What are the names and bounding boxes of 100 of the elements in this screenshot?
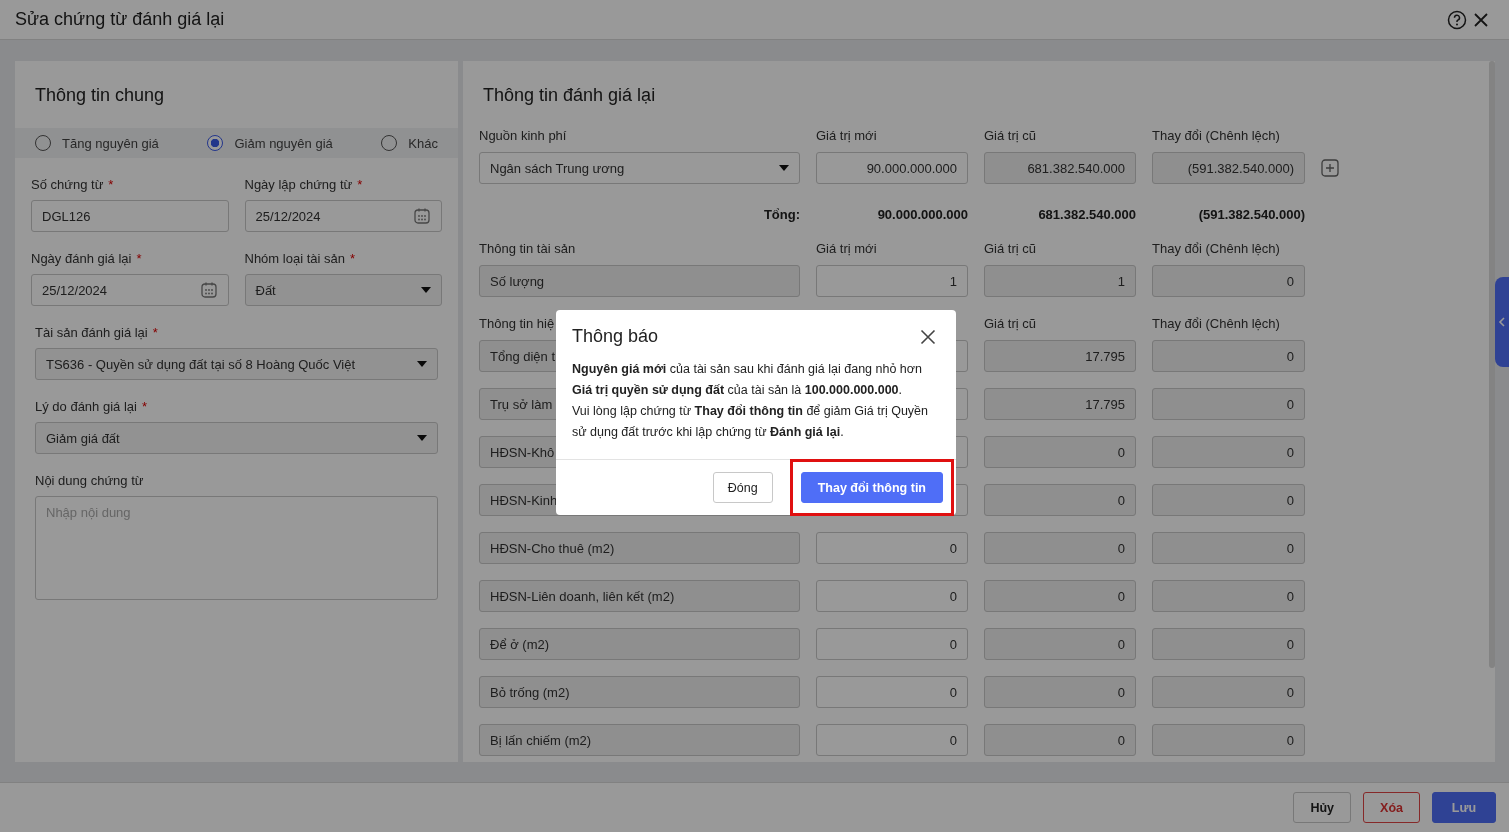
select-field[interactable]: Đất [244, 274, 442, 306]
old-value-field: 0 [984, 580, 1136, 612]
column-header: Thay đổi (Chênh lệch) [1152, 128, 1281, 143]
column-header: Thông tin tài sản [479, 241, 577, 256]
difference-field: 0 [1152, 532, 1305, 564]
column-header: Giá trị mới [816, 241, 877, 256]
date-field[interactable]: 25/12/2024 [31, 274, 229, 306]
difference-field: 0 [1152, 436, 1305, 468]
difference-field: 0 [1152, 340, 1305, 372]
difference-field: 0 [1152, 628, 1305, 660]
column-header: Giá trị mới [816, 128, 877, 143]
calendar-icon[interactable] [413, 207, 431, 225]
add-icon[interactable] [1321, 159, 1339, 177]
column-header: Giá trị cũ [984, 241, 1037, 256]
close-icon[interactable] [920, 328, 936, 345]
column-header: Thay đổi (Chênh lệch) [1152, 241, 1281, 256]
date-value: 25/12/2024 [42, 282, 109, 298]
type-radio[interactable]: Giảm nguyên giá [207, 135, 333, 151]
difference-field: 0 [1152, 265, 1305, 297]
caret-icon [421, 287, 431, 293]
required-mark: * [136, 251, 142, 268]
select-value: TS636 - Quyền sử dụng đất tại số 8 Hoàng Quốc Việt [46, 356, 357, 372]
date-field[interactable]: 25/12/2024 [244, 200, 442, 232]
field-label: Tài sản đánh giá lại [35, 325, 148, 342]
new-value-field[interactable]: 1 [816, 265, 968, 297]
footer-button[interactable]: Lưu [1432, 792, 1496, 823]
field-label: Lý do đánh giá lại [35, 399, 137, 416]
row-label-field: Để ở (m2) [479, 628, 800, 660]
required-mark: * [152, 325, 158, 342]
new-value-field[interactable]: 0 [816, 628, 968, 660]
old-value-field: 17.795 [984, 388, 1136, 420]
row-label-field: Số lượng [479, 265, 800, 297]
old-value-field: 0 [984, 724, 1136, 756]
required-mark: * [349, 251, 355, 268]
difference-field: 0 [1152, 388, 1305, 420]
dialog-title: Thông báo [572, 326, 659, 347]
old-value-field: 0 [984, 436, 1136, 468]
side-tab[interactable] [1495, 277, 1509, 367]
new-value-field[interactable]: 0 [816, 724, 968, 756]
dialog-message: Nguyên giá mới của tài sản sau khi đánh giá lại đang nhỏ hơn Giá trị quyền sử dụng đất của tài sản là 100.000.000.000. [572, 361, 923, 399]
window-title: Sửa chứng từ đánh giá lại [15, 9, 225, 30]
difference-field: 0 [1152, 580, 1305, 612]
required-mark: * [357, 177, 363, 194]
caret-icon [417, 361, 427, 367]
row-label-field: HĐSN-Liên doanh, liên kết (m2) [479, 580, 800, 612]
column-header: Giá trị cũ [984, 316, 1037, 331]
row-label-field: Bỏ trống (m2) [479, 676, 800, 708]
help-icon[interactable] [1447, 9, 1467, 30]
total-label: Tổng: [762, 207, 800, 222]
new-value-field[interactable]: 0 [816, 532, 968, 564]
select-field[interactable]: TS636 - Quyền sử dụng đất tại số 8 Hoàng Quốc Việt [35, 348, 438, 380]
select-value: Giảm giá đất [46, 430, 121, 446]
field-label: Nội dung chứng từ [35, 473, 144, 490]
row-label-field: HĐSN-Cho thuê (m2) [479, 532, 800, 564]
old-value-field: 0 [984, 484, 1136, 516]
total-value: 90.000.000.000 [876, 207, 968, 222]
funding-select[interactable]: Ngân sách Trung ương [479, 152, 800, 184]
footer-button[interactable]: Hủy [1293, 792, 1352, 823]
old-value-field: 0 [984, 532, 1136, 564]
dialog-button[interactable]: Đóng [712, 472, 773, 503]
section-title: Thông tin đánh giá lại [482, 84, 657, 107]
difference-field: 0 [1152, 484, 1305, 516]
text-field[interactable]: DGL126 [31, 200, 229, 232]
select-value: Ngân sách Trung ương [490, 160, 626, 176]
old-value-field: 17.795 [984, 340, 1136, 372]
new-value-field[interactable]: 90.000.000.000 [816, 152, 968, 184]
old-value-field: 0 [984, 628, 1136, 660]
column-header: Thông tin hiệ [479, 316, 556, 331]
calendar-icon[interactable] [199, 281, 218, 299]
difference-field: (591.382.540.000) [1152, 152, 1305, 184]
required-mark: * [108, 177, 114, 194]
radio-circle[interactable] [207, 135, 224, 151]
close-icon[interactable] [1473, 11, 1489, 28]
field-label: Ngày đánh giá lại [31, 251, 132, 268]
total-value: 681.382.540.000 [1037, 207, 1136, 222]
field-label: Nhóm loại tài sản [244, 251, 345, 268]
new-value-field[interactable]: 0 [816, 676, 968, 708]
chevron-left-icon [1498, 317, 1506, 327]
type-radio[interactable]: Tăng nguyên giá [35, 135, 159, 151]
total-value: (591.382.540.000) [1197, 207, 1305, 222]
scrollbar[interactable] [1489, 61, 1495, 668]
type-radio[interactable]: Khác [381, 135, 438, 151]
dialog-message: Vui lòng lập chứng từ Thay đổi thông tin để giảm Giá trị Quyền sử dụng đất trước khi lập chứng từ Đánh giá lại. [572, 403, 929, 441]
difference-field: 0 [1152, 724, 1305, 756]
select-value: Đất [255, 282, 277, 298]
section-title: Thông tin chung [34, 84, 166, 107]
column-header: Nguồn kinh phí [479, 128, 568, 143]
caret-icon [779, 165, 789, 171]
required-mark: * [141, 399, 147, 416]
radio-label: Giảm nguyên giá [234, 135, 333, 151]
footer-button[interactable]: Xóa [1363, 792, 1420, 823]
column-header: Thay đổi (Chênh lệch) [1152, 316, 1281, 331]
dialog-button[interactable]: Thay đổi thông tin [800, 472, 943, 503]
difference-field: 0 [1152, 676, 1305, 708]
select-field[interactable]: Giảm giá đất [35, 422, 438, 454]
field-label: Ngày lập chứng từ [244, 177, 353, 194]
new-value-field[interactable]: 0 [816, 580, 968, 612]
old-value-field: 681.382.540.000 [984, 152, 1136, 184]
field-label: Số chứng từ [31, 177, 104, 194]
caret-icon [417, 435, 427, 441]
